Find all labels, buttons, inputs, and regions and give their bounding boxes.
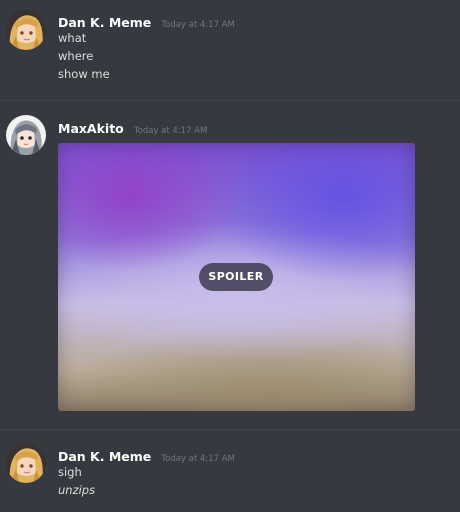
username[interactable]: MaxAkito bbox=[58, 121, 124, 136]
avatar-silver-hair-anime-icon bbox=[6, 115, 46, 155]
chat-message-list: Dan K. Meme Today at 4:17 AM what where … bbox=[0, 0, 460, 512]
timestamp[interactable]: Today at 4:17 AM bbox=[161, 454, 234, 464]
message-text: what bbox=[58, 31, 87, 45]
avatar[interactable] bbox=[6, 10, 46, 50]
message-divider bbox=[0, 429, 460, 430]
message-text: sigh bbox=[58, 465, 82, 479]
message-divider bbox=[0, 100, 460, 101]
message-header: MaxAkito Today at 4:17 AM bbox=[58, 118, 207, 137]
message-text: unzips bbox=[58, 483, 96, 497]
timestamp[interactable]: Today at 4:17 AM bbox=[161, 20, 234, 30]
spoiler-label[interactable]: SPOILER bbox=[199, 263, 273, 291]
message-text: show me bbox=[58, 67, 110, 81]
message-header: Dan K. Meme Today at 4:17 AM bbox=[58, 446, 235, 465]
spoiler-image-attachment[interactable]: SPOILER bbox=[58, 143, 415, 411]
avatar[interactable] bbox=[6, 115, 46, 155]
message-text: where bbox=[58, 49, 94, 63]
username[interactable]: Dan K. Meme bbox=[58, 449, 151, 464]
username[interactable]: Dan K. Meme bbox=[58, 15, 151, 30]
message-header: Dan K. Meme Today at 4:17 AM bbox=[58, 12, 235, 31]
avatar[interactable] bbox=[6, 443, 46, 483]
avatar-blonde-anime-icon bbox=[6, 10, 46, 50]
timestamp[interactable]: Today at 4:17 AM bbox=[134, 126, 207, 136]
avatar-blonde-anime-icon bbox=[6, 443, 46, 483]
